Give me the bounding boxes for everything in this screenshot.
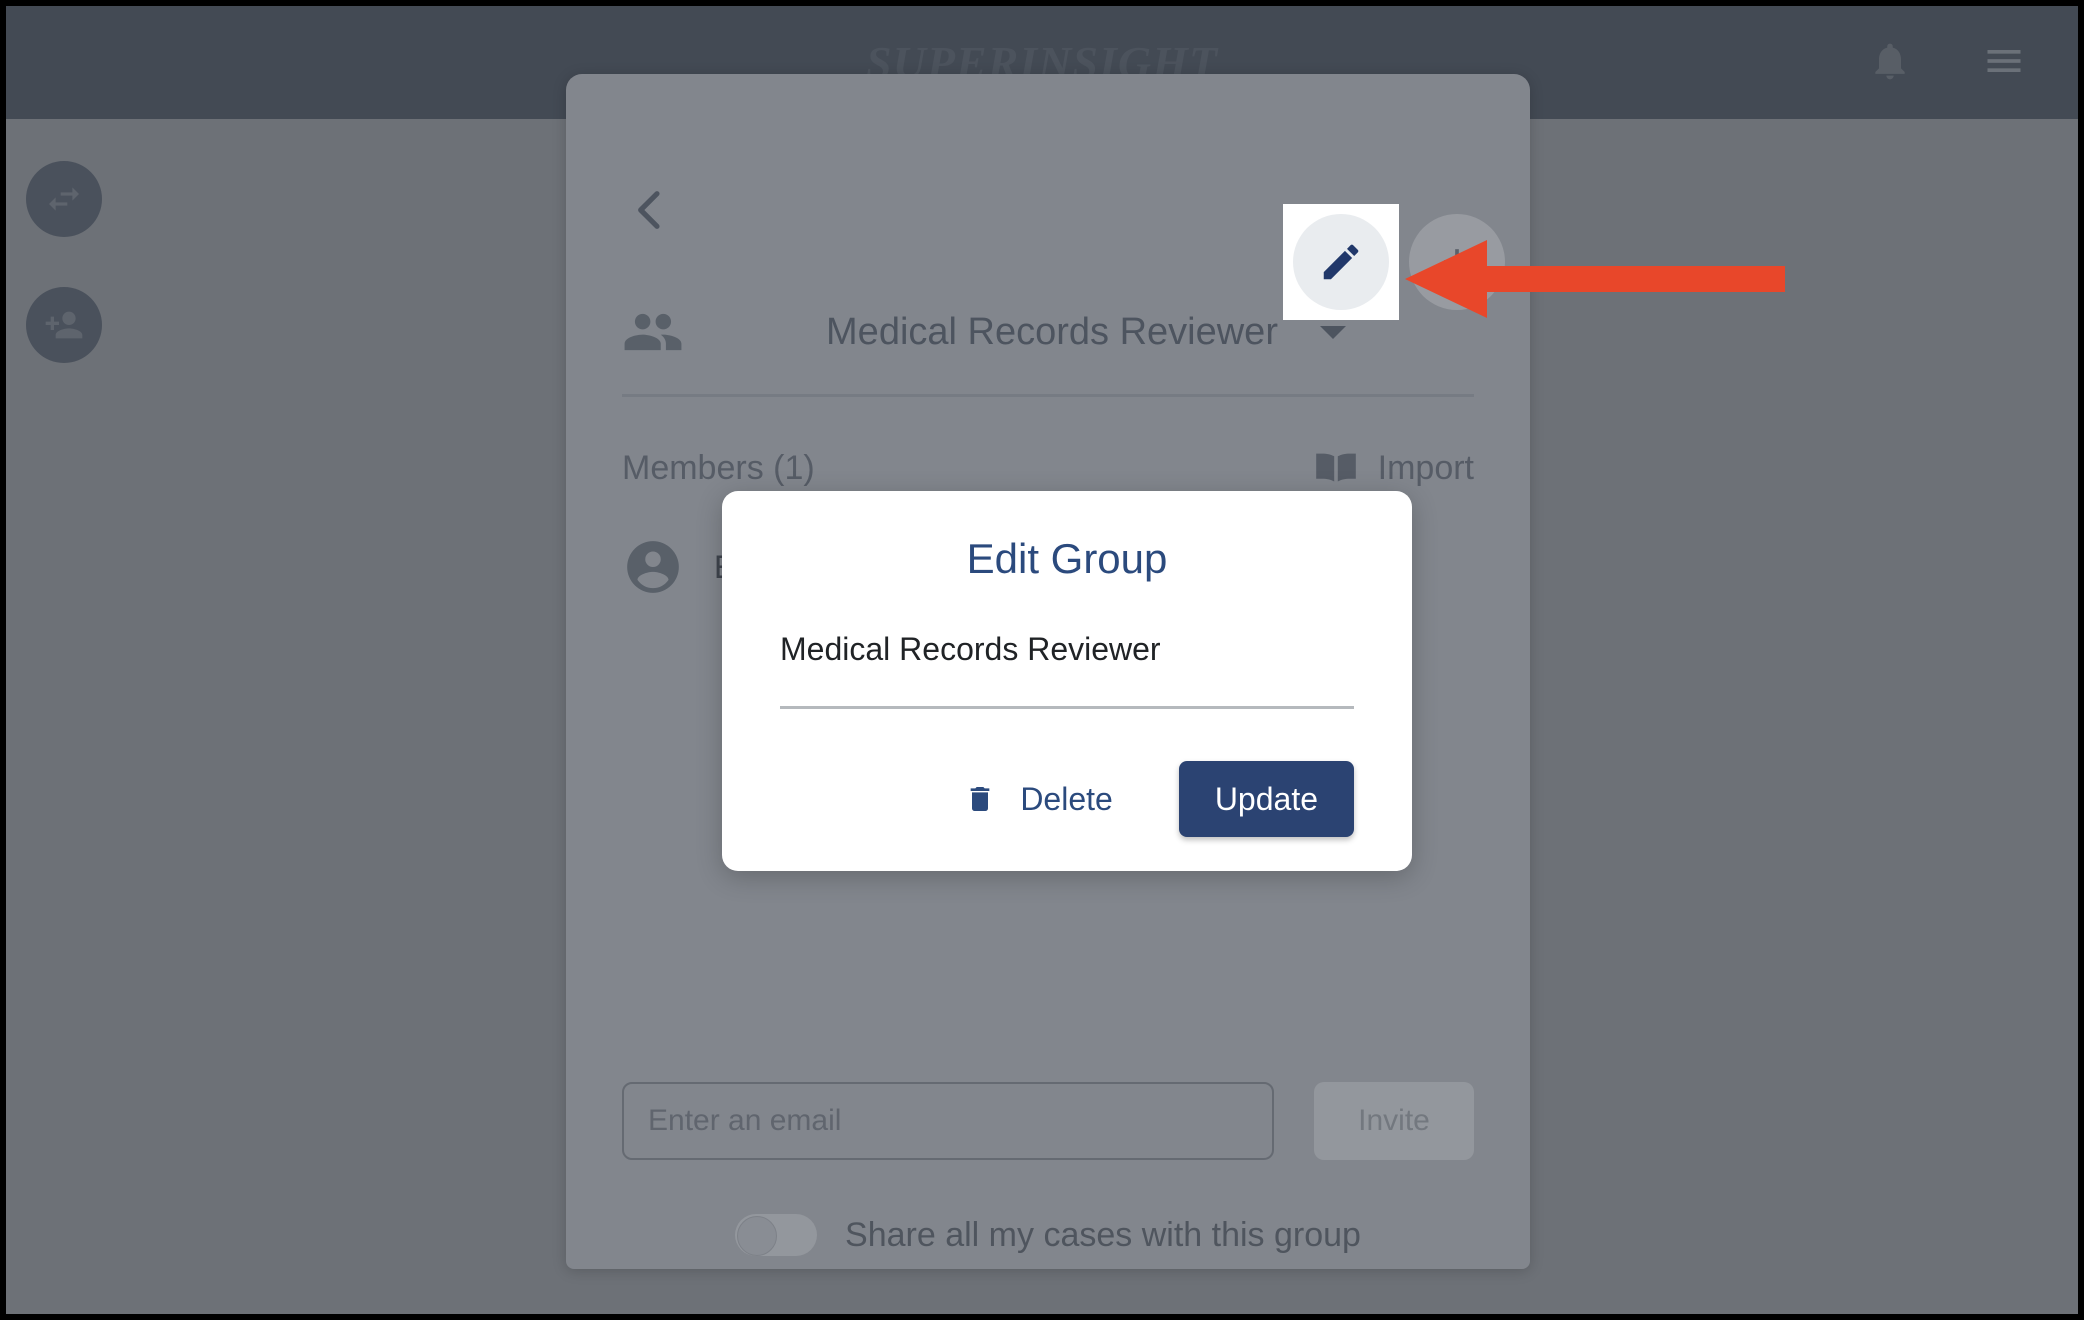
group-name-input[interactable] — [780, 631, 1354, 709]
screenshot-frame: SUPERINSIGHT Medical Records Reviewer Me… — [0, 0, 2084, 1320]
import-button[interactable]: Import — [1314, 449, 1474, 488]
delete-button[interactable]: Delete — [964, 780, 1113, 818]
group-divider — [622, 394, 1474, 397]
import-label: Import — [1377, 448, 1474, 487]
share-cases-toggle-label: Share all my cases with this group — [845, 1215, 1361, 1254]
add-person-icon — [45, 311, 83, 339]
people-icon — [622, 301, 684, 363]
bell-icon[interactable] — [1868, 36, 1912, 86]
share-cases-toggle[interactable] — [735, 1214, 818, 1256]
members-count-label: Members (1) — [622, 448, 815, 487]
swap-arrows-icon-button[interactable] — [26, 161, 102, 237]
header-actions — [1868, 36, 2026, 86]
update-button[interactable]: Update — [1178, 761, 1354, 837]
trash-icon — [970, 787, 990, 811]
chevron-left-icon — [638, 191, 660, 229]
share-toggle-row: Share all my cases with this group — [566, 1214, 1530, 1256]
edit-group-modal: Edit Group Delete Update — [722, 491, 1412, 871]
edit-group-button[interactable] — [1283, 204, 1399, 320]
annotation-arrow — [1405, 240, 1785, 318]
invite-row: Invite — [622, 1082, 1474, 1160]
account-circle-icon — [622, 536, 684, 598]
invite-button[interactable]: Invite — [1314, 1082, 1474, 1160]
modal-title: Edit Group — [966, 535, 1168, 582]
hamburger-menu-icon[interactable] — [1982, 36, 2026, 86]
swap-arrows-icon — [49, 187, 79, 211]
back-button[interactable] — [622, 179, 678, 241]
email-input[interactable] — [622, 1082, 1274, 1160]
members-header-row: Members (1) Import — [622, 442, 1474, 494]
add-person-icon-button[interactable] — [26, 287, 102, 363]
book-contacts-icon — [1315, 453, 1356, 482]
group-name-label: Medical Records Reviewer — [826, 310, 1278, 353]
left-rail — [26, 161, 102, 363]
edit-group-button-circle — [1293, 214, 1389, 310]
modal-actions: Delete Update — [780, 761, 1354, 837]
chevron-down-icon — [1319, 325, 1346, 339]
delete-label: Delete — [1020, 780, 1113, 817]
pencil-icon — [1323, 244, 1359, 280]
